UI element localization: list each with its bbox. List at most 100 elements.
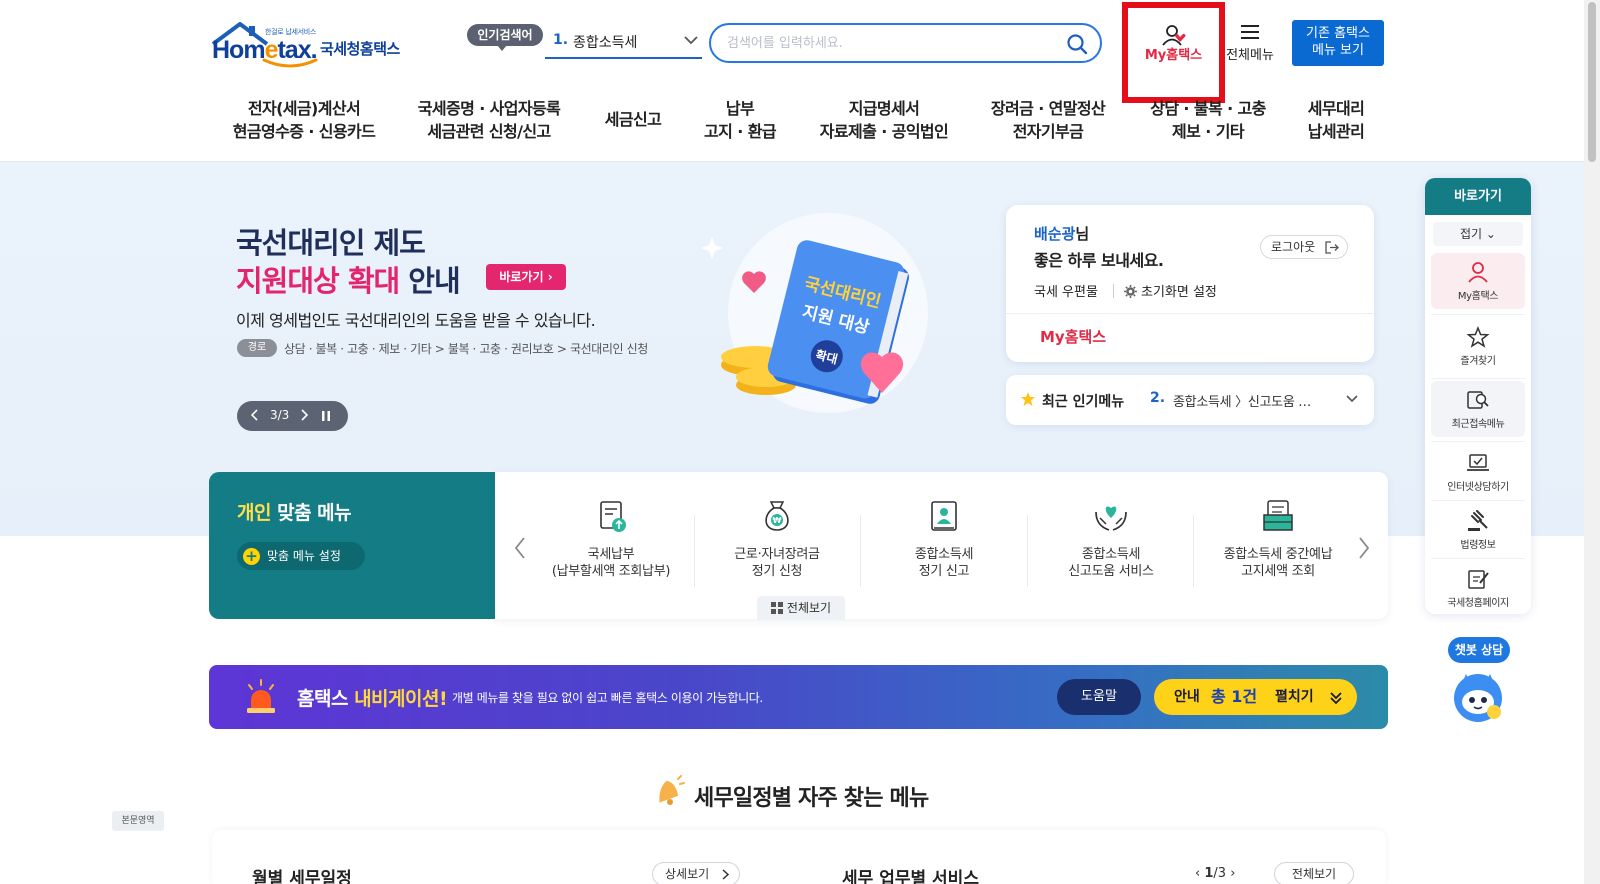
gnb-line2: 세금관련 신청/신고 (427, 122, 551, 141)
quick-item-law[interactable]: 법령정보 (1425, 502, 1531, 560)
person-icon (1466, 261, 1490, 283)
chevron-left-icon[interactable] (514, 537, 526, 559)
chatbot-mascot-icon[interactable] (1450, 670, 1506, 724)
quick-item-my-hometax[interactable]: My홈택스 (1425, 253, 1531, 311)
gnb-line1: 장려금 · 연말정산 (990, 99, 1106, 118)
laptop-check-icon (1466, 452, 1490, 474)
hero-slide-pager: 3/3 (237, 401, 348, 431)
personal-menu-view-all-button[interactable]: 전체보기 (757, 596, 845, 620)
user-my-hometax-link[interactable]: My홈택스 (1040, 326, 1106, 347)
navi-expand-button[interactable]: 안내 총 1건 펼치기 (1154, 679, 1357, 715)
siren-icon (244, 678, 278, 716)
user-name: 배순광님 (1034, 223, 1089, 244)
chevron-right-icon (722, 869, 729, 880)
heart-hands-icon (1091, 498, 1131, 534)
user-card: 배순광님 좋은 하루 보내세요. 로그아웃 국세 우편물 초기화면 설정 My홈… (1006, 205, 1374, 362)
chevron-down-icon[interactable] (1346, 395, 1358, 403)
chevron-right-icon[interactable]: › (1230, 866, 1235, 881)
service-view-all-button[interactable]: 전체보기 (1274, 862, 1354, 884)
home-setting-link[interactable]: 초기화면 설정 (1124, 281, 1217, 300)
item-line1: 국세납부 (587, 547, 635, 562)
monthly-schedule-title: 월별 세무일정 (252, 869, 352, 884)
gnb-line2: 제보 · 기타 (1172, 122, 1245, 141)
edit-doc-icon (1466, 568, 1490, 590)
hot-menu-ticker[interactable]: 최근 인기메뉴 2. 종합소득세 〉신고도움 … (1006, 375, 1374, 425)
hero-title-line1: 국선대리인 제도 (236, 226, 426, 260)
money-bag-icon: ₩ (757, 498, 797, 534)
item-line2: 고지세액 조회 (1241, 564, 1315, 579)
chevron-left-icon[interactable] (251, 409, 259, 421)
divider (1193, 515, 1194, 587)
navigation-banner: 홈택스 내비게이션! 개별 메뉴를 찾을 필요 없이 쉽고 빠른 홈택스 이용이… (209, 665, 1388, 729)
popular-term: 종합소득세 (573, 35, 638, 51)
personal-menu-setting-button[interactable]: + 맞춤 메뉴 설정 (237, 542, 365, 570)
hero-title-highlight: 지원대상 확대 (236, 264, 400, 298)
logout-button[interactable]: 로그아웃 (1260, 235, 1348, 259)
hot-menu-rank: 2. (1150, 390, 1166, 406)
gnb-item-statement[interactable]: 지급명세서자료제출 · 공익법인 (806, 97, 962, 143)
divider (1006, 313, 1374, 314)
fold-button[interactable]: 접기 ⌄ (1433, 222, 1523, 246)
double-chevron-down-icon (1330, 692, 1342, 705)
quick-item-recent[interactable]: 최근접속메뉴 (1425, 381, 1531, 439)
popular-search-select[interactable]: 1. 종합소득세 (545, 26, 702, 59)
old-menu-button[interactable]: 기존 홈택스 메뉴 보기 (1292, 20, 1384, 66)
logo-smile-icon (262, 58, 318, 70)
gnb-line1: 지급명세서 (848, 99, 920, 118)
personal-menu-item[interactable]: 종합소득세 중간예납 고지세액 조회 (1195, 498, 1361, 588)
logo-site-name[interactable]: 국세청홈택스 (320, 38, 400, 59)
pager-total: /3 (1213, 866, 1227, 881)
chevron-right-icon[interactable] (300, 409, 308, 421)
all-menu-button[interactable]: 전체메뉴 (1222, 22, 1278, 63)
divider (1431, 500, 1525, 501)
personal-menu-item[interactable]: 국세납부 (납부할세액 조회납부) (528, 498, 694, 588)
detail-view-label: 상세보기 (665, 867, 710, 881)
gnb-item-consult[interactable]: 상담 · 불복 · 고충 제보 · 기타 (1138, 97, 1278, 143)
user-name-value: 배순광 (1034, 225, 1076, 243)
navi-description: 개별 메뉴를 찾을 필요 없이 쉽고 빠른 홈택스 이용이 가능합니다. (452, 691, 763, 705)
hero-path-badge: 경로 (237, 339, 277, 357)
fold-label: 접기 (1460, 227, 1483, 241)
personal-menu-title: 개인 맞춤 메뉴 (237, 498, 352, 525)
tax-payment-doc-icon (591, 498, 631, 534)
personal-menu-item[interactable]: 종합소득세 신고도움 서비스 (1028, 498, 1194, 588)
tax-mail-link[interactable]: 국세 우편물 (1034, 281, 1098, 300)
page-scrollbar[interactable] (1584, 0, 1600, 884)
hero-path: 상담 · 불복 · 고충 · 제보 · 기타 > 불복 · 고충 · 권리보호 … (284, 342, 648, 356)
search-icon[interactable] (1066, 33, 1088, 55)
gnb-item-incentive[interactable]: 장려금 · 연말정산 전자기부금 (980, 97, 1116, 143)
star-icon (1466, 326, 1490, 348)
gnb-item-agent[interactable]: 세무대리 납세관리 (1296, 97, 1376, 143)
hero-go-label: 바로가기 (499, 270, 544, 284)
gnb-item-certificate[interactable]: 국세증명 · 사업자등록 세금관련 신청/신고 (404, 97, 574, 143)
navi-title-pre: 홈택스 (297, 688, 355, 710)
scrollbar-thumb[interactable] (1588, 2, 1596, 162)
quick-item-label: 최근접속메뉴 (1451, 419, 1505, 430)
search-input[interactable] (727, 33, 1047, 53)
chatbot-label[interactable]: 챗봇 상담 (1448, 637, 1510, 663)
gnb-item-payment[interactable]: 납부 고지 · 환급 (694, 97, 786, 143)
divider (1431, 558, 1525, 559)
help-button[interactable]: 도움말 (1057, 679, 1141, 715)
my-hometax-button[interactable]: My홈택스 (1122, 2, 1225, 103)
quick-item-nts-home[interactable]: 국세청홈페이지 (1425, 560, 1531, 614)
service-pager: ‹ 1/3 › (1195, 866, 1235, 881)
hero-go-button[interactable]: 바로가기 › (486, 264, 566, 290)
schedule-title: 세무일정별 자주 찾는 메뉴 (694, 786, 929, 811)
pause-icon[interactable] (321, 410, 331, 422)
quick-item-consult[interactable]: 인터넷상담하기 (1425, 444, 1531, 502)
divider (1431, 314, 1525, 315)
gnb-line2: 자료제출 · 공익법인 (819, 122, 949, 141)
old-menu-line1: 기존 홈택스 (1306, 26, 1370, 41)
hero-title-line2: 지원대상 확대 안내 (236, 258, 461, 300)
user-name-suffix: 님 (1075, 225, 1090, 243)
gnb-item-invoice[interactable]: 전자(세금)계산서 현금영수증 · 신용카드 (220, 97, 388, 143)
quick-item-favorites[interactable]: 즐겨찾기 (1425, 318, 1531, 376)
grid-icon (770, 602, 783, 614)
gnb-item-tax-report[interactable]: 세금신고 (590, 108, 676, 154)
detail-view-button[interactable]: 상세보기 (652, 862, 740, 884)
personal-menu-item[interactable]: ₩ 근로·자녀장려금 정기 신청 (694, 498, 860, 588)
chevron-left-icon[interactable]: ‹ (1195, 866, 1200, 881)
personal-menu-item[interactable]: 종합소득세 정기 신고 (861, 498, 1027, 588)
item-line1: 종합소득세 (914, 547, 974, 562)
